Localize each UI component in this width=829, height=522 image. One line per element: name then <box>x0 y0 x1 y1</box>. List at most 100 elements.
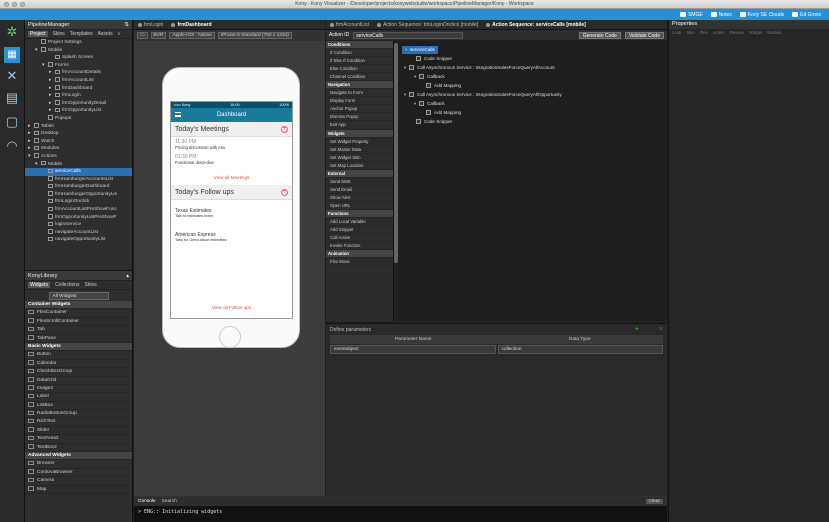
action-item[interactable]: Set Widget Property <box>326 138 393 146</box>
tree-item[interactable]: frmAccountListPreShowFunc <box>25 206 132 214</box>
flow-node[interactable]: ▾ serviceCalls <box>402 46 438 54</box>
tree-item[interactable]: ▸ Desktop <box>25 130 132 138</box>
widget-item[interactable]: Button <box>25 351 132 360</box>
device-select[interactable]: iPhone 6 Standard (750 x 1334) <box>217 32 292 39</box>
search-icon[interactable]: ⌕ <box>118 31 121 37</box>
sort-icon[interactable]: ⇅ <box>124 22 129 28</box>
tree-item[interactable]: navigateAccountList <box>25 229 132 237</box>
flow-checkbox[interactable] <box>426 110 431 116</box>
generate-code-button[interactable]: Generate Code <box>578 31 621 39</box>
widget-item[interactable]: TextArea2 <box>25 435 132 444</box>
tree-item[interactable]: Project Settings <box>25 39 132 47</box>
tree-item[interactable]: ▸ Tablet <box>25 123 132 131</box>
flow-node[interactable]: ▾ Call Asynchronous Service : Integration… <box>404 64 555 72</box>
tree-item[interactable]: ▸ frmAccountDetails <box>25 69 132 77</box>
view-all-meetings-link[interactable]: View all Meetings <box>171 175 292 185</box>
tree-item[interactable]: loginService <box>25 221 132 229</box>
action-tab[interactable]: Action Sequence: btnLoginOnclick [mobile… <box>377 22 478 28</box>
collapse-icon[interactable]: ▴ <box>126 273 129 279</box>
tree-item[interactable]: ▾ Mobile <box>25 160 132 169</box>
project-tab-project[interactable]: Project <box>28 31 48 37</box>
canvas-tab[interactable]: frmDashboard <box>171 22 212 28</box>
bp-select[interactable]: BVR <box>150 32 167 39</box>
home-button[interactable] <box>219 326 241 348</box>
tree-item[interactable]: navigateOpportunityList <box>25 236 132 244</box>
action-item[interactable]: Add Local Variable <box>326 218 393 227</box>
add-followup-icon[interactable]: + <box>281 189 288 196</box>
properties-tab[interactable]: Review <box>730 29 744 37</box>
action-item[interactable]: Add Snippet <box>326 226 393 235</box>
tree-item[interactable]: frmHamburgerOpportunityLis <box>25 191 132 199</box>
add-param-icon[interactable]: + <box>635 326 639 333</box>
flow-checkbox[interactable] <box>419 74 424 80</box>
action-id-input[interactable]: serviceCalls <box>353 31 464 39</box>
tree-item[interactable]: ▸ Modules <box>25 145 132 153</box>
followup-item[interactable]: Texas Estimates Talk to estimates team <box>171 206 292 220</box>
action-item[interactable]: Show Alert <box>326 194 393 202</box>
widget-item[interactable]: Camera <box>25 477 132 486</box>
document-icon[interactable]: ▤ <box>4 90 20 106</box>
properties-tab[interactable]: Action <box>713 29 725 37</box>
widget-item[interactable]: CheckBoxGroup <box>25 368 132 377</box>
flow-node[interactable]: Code Snippet <box>416 55 452 63</box>
grid-icon[interactable]: ▦ <box>4 47 20 63</box>
flow-node[interactable]: ▾ Callback <box>414 73 445 81</box>
tree-item[interactable]: ▸ frmAccountList <box>25 77 132 85</box>
widget-item[interactable]: FlexScrollContainer <box>25 318 132 327</box>
flow-checkbox[interactable] <box>409 92 414 98</box>
action-item[interactable]: Flex Move <box>326 258 393 267</box>
widget-item[interactable]: Label <box>25 393 132 402</box>
tree-item[interactable]: Splash Screen <box>25 54 132 62</box>
properties-tab[interactable]: Widget <box>749 29 762 37</box>
topbar-item[interactable]: Notes <box>710 12 732 18</box>
widget-item[interactable]: RadioButtonGroup <box>25 410 132 419</box>
tree-item[interactable]: Popups <box>25 115 132 123</box>
action-item[interactable]: Dismiss Popup <box>326 113 393 122</box>
view-all-followups-link[interactable]: View all Follow ups <box>171 305 292 310</box>
widget-item[interactable]: TabPane <box>25 335 132 343</box>
flow-checkbox[interactable] <box>419 101 424 107</box>
action-item[interactable]: Send Email <box>326 186 393 194</box>
flow-node[interactable]: Add Mapping <box>426 82 461 90</box>
action-item[interactable]: Navigate to Form <box>326 89 393 98</box>
add-meeting-icon[interactable]: + <box>281 126 288 133</box>
widget-item[interactable]: Tab <box>25 326 132 335</box>
hamburger-icon[interactable] <box>175 112 181 117</box>
tree-item[interactable]: frmLoginOnclick <box>25 198 132 206</box>
bag-icon[interactable]: ◠ <box>4 138 20 154</box>
tree-item[interactable]: ▾ Forms <box>25 62 132 70</box>
widget-item[interactable]: Calendar <box>25 360 132 369</box>
action-item[interactable]: If Condition <box>326 49 393 58</box>
widget-item[interactable]: RichText <box>25 418 132 427</box>
validate-code-button[interactable]: Validate Code <box>624 31 664 39</box>
action-item[interactable]: Set Master Data <box>326 146 393 154</box>
widget-item[interactable]: Slider <box>25 427 132 436</box>
platform-select[interactable]: Apple-iOS : Native <box>169 32 215 39</box>
project-tab-templates[interactable]: Templates <box>70 31 93 37</box>
project-tab-assets[interactable]: Assets <box>98 31 113 37</box>
meeting-item[interactable]: 11:30 PM Pricing discussion with Asu <box>171 137 292 152</box>
action-item[interactable]: Display Form <box>326 97 393 106</box>
action-item[interactable]: Else Condition <box>326 65 393 74</box>
flow-checkbox[interactable] <box>409 65 414 71</box>
console-tab[interactable]: Search <box>162 499 177 504</box>
action-tab[interactable]: frmAccountList <box>330 22 369 28</box>
param-type-select[interactable]: collection <box>497 345 663 354</box>
library-tab-widgets[interactable]: Widgets <box>28 282 51 288</box>
tree-item[interactable]: ▸ frmDashboard <box>25 85 132 93</box>
action-item[interactable]: Invoke Function <box>326 242 393 251</box>
followup-item[interactable]: American Express Task for Gmnt about esti… <box>171 230 292 244</box>
tree-item[interactable]: ▸ Watch <box>25 138 132 146</box>
properties-tab[interactable]: Skin <box>686 29 694 37</box>
canvas-tab[interactable]: frmLogin <box>138 22 163 28</box>
topbar-item[interactable]: Ed Gross <box>792 12 821 18</box>
layout-icon[interactable]: ▭ <box>137 32 148 39</box>
tree-item[interactable]: ▸ frmOpportunityList <box>25 107 132 115</box>
widget-item[interactable]: DataGrid <box>25 377 132 385</box>
action-item[interactable]: Anchor Popup <box>326 105 393 114</box>
clear-button[interactable]: Clear <box>645 499 663 504</box>
topbar-item[interactable]: SMGE <box>679 12 703 18</box>
param-row[interactable]: eventobject collection <box>330 345 663 354</box>
tree-item[interactable]: ▾ Actions <box>25 153 132 161</box>
flow-node[interactable]: Code Snippet <box>416 118 452 126</box>
